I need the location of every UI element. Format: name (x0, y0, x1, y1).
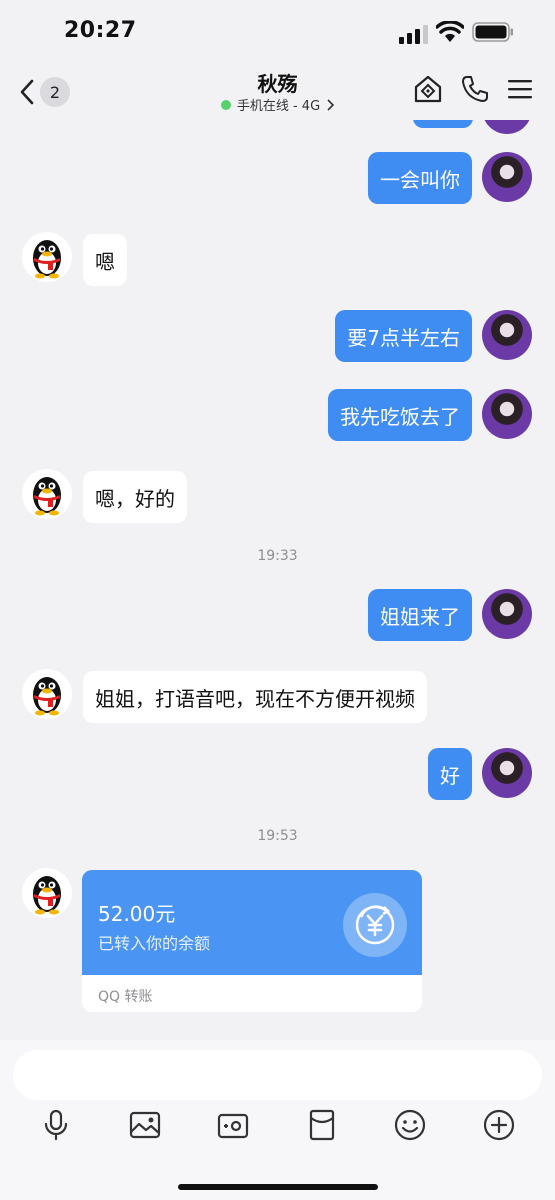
wifi-icon (436, 21, 464, 42)
qq-penguin-icon (33, 677, 61, 716)
timestamp: 19:33 (257, 548, 298, 564)
avatar-self[interactable] (482, 748, 532, 798)
input-bar (0, 1040, 555, 1200)
avatar-contact[interactable] (22, 868, 72, 918)
avatar-self[interactable] (482, 120, 532, 134)
transfer-amount: 52.00元 (98, 902, 176, 926)
battery-icon (472, 22, 513, 42)
message-bubble-incoming[interactable]: 嗯，好的 (83, 471, 187, 523)
qq-penguin-icon (33, 876, 61, 915)
message-bubble-incoming[interactable]: 姐姐，打语音吧，现在不方便开视频 (83, 671, 427, 723)
message-bubble-outgoing[interactable]: 我先吃饭去了 (328, 389, 472, 441)
avatar-contact[interactable] (22, 232, 72, 282)
message-bubble-incoming[interactable]: 嗯 (83, 234, 127, 286)
message-bubble-outgoing[interactable]: 好 (428, 748, 472, 800)
avatar-self[interactable] (482, 389, 532, 439)
cellular-signal-icon (399, 25, 428, 44)
transfer-card-body: 52.00元 已转入你的余额 (82, 870, 422, 975)
menu-icon[interactable] (505, 74, 535, 104)
message-input[interactable] (13, 1050, 542, 1100)
avatar-contact[interactable] (22, 669, 72, 719)
plus-icon[interactable] (482, 1108, 516, 1142)
avatar-self[interactable] (482, 589, 532, 639)
qq-penguin-icon (33, 477, 61, 516)
yen-exchange-icon (343, 893, 407, 957)
status-bar: 20:27 (0, 0, 555, 64)
friend-space-icon[interactable] (413, 74, 443, 104)
transfer-source-label: QQ 转账 (98, 989, 153, 1005)
emoji-icon[interactable] (393, 1108, 427, 1142)
avatar-self[interactable] (482, 310, 532, 360)
message-bubble-partial[interactable] (413, 120, 473, 128)
phone-call-icon[interactable] (460, 74, 490, 104)
avatar-contact[interactable] (22, 469, 72, 519)
camera-icon[interactable] (216, 1108, 250, 1142)
image-icon[interactable] (128, 1108, 162, 1142)
message-bubble-outgoing[interactable]: 要7点半左右 (335, 310, 472, 362)
message-list[interactable]: 一会叫你 嗯 要7点半左右 我先吃饭去了 嗯，好的 19:33 姐姐来了 姐姐，… (0, 120, 555, 1040)
timestamp: 19:53 (257, 828, 298, 844)
message-bubble-outgoing[interactable]: 姐姐来了 (368, 589, 472, 641)
message-bubble-outgoing[interactable]: 一会叫你 (368, 152, 472, 204)
qq-penguin-icon (33, 240, 61, 279)
online-status-text: 手机在线 - 4G (236, 99, 321, 114)
avatar-self[interactable] (482, 152, 532, 202)
clock: 20:27 (64, 18, 137, 43)
chat-header: 2 秋殇 手机在线 - 4G (0, 64, 555, 120)
red-packet-icon[interactable] (305, 1108, 339, 1142)
home-indicator[interactable] (178, 1184, 378, 1190)
online-dot (220, 99, 231, 110)
chevron-right-icon (327, 98, 335, 111)
microphone-icon[interactable] (39, 1108, 73, 1142)
transfer-card[interactable]: 52.00元 已转入你的余额 QQ 转账 (82, 870, 422, 1012)
transfer-description: 已转入你的余额 (98, 934, 211, 953)
